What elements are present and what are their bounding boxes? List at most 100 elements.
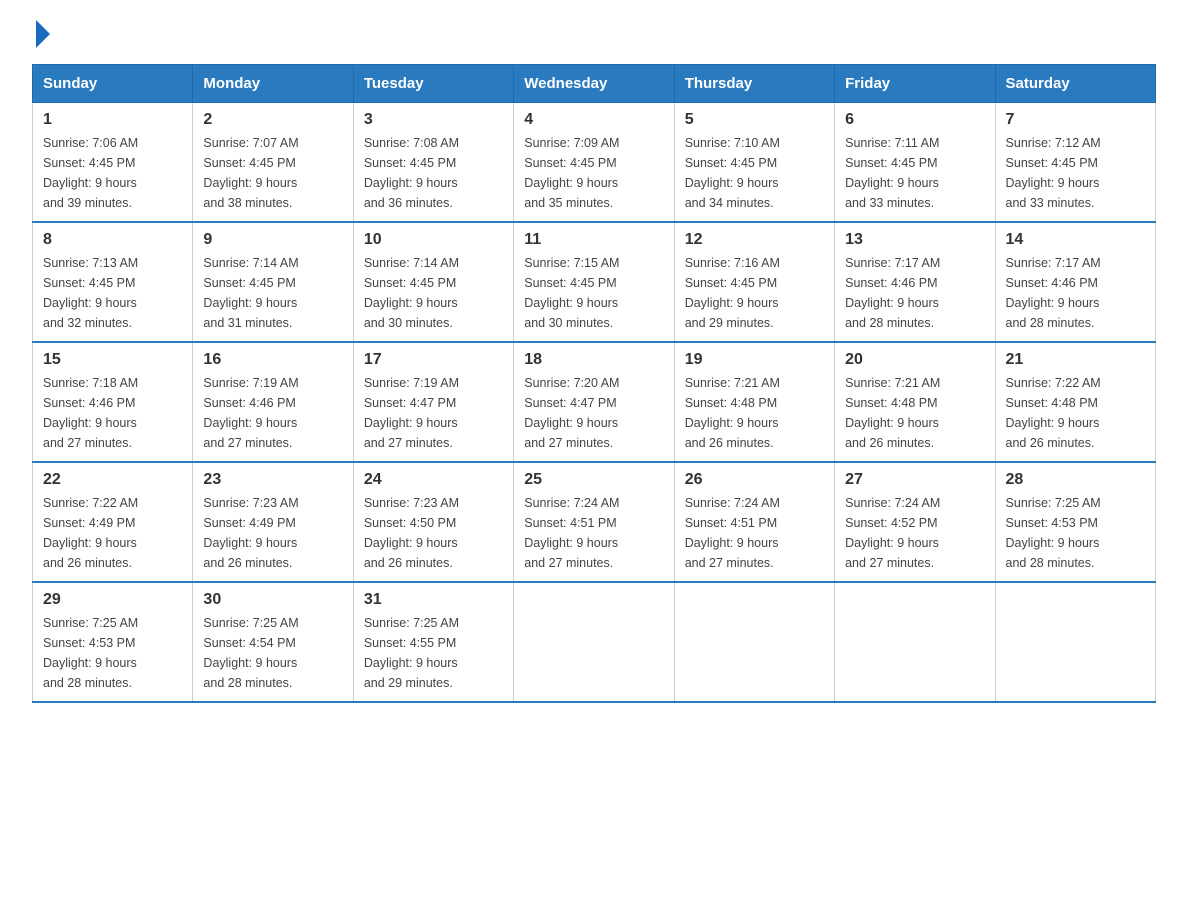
calendar-cell: 25 Sunrise: 7:24 AM Sunset: 4:51 PM Dayl… [514,462,674,582]
day-number: 23 [203,471,342,489]
calendar-cell: 5 Sunrise: 7:10 AM Sunset: 4:45 PM Dayli… [674,103,834,223]
day-info: Sunrise: 7:22 AM Sunset: 4:49 PM Dayligh… [43,493,182,573]
day-info: Sunrise: 7:25 AM Sunset: 4:53 PM Dayligh… [1006,493,1145,573]
day-info: Sunrise: 7:09 AM Sunset: 4:45 PM Dayligh… [524,133,663,213]
calendar-week-row: 8 Sunrise: 7:13 AM Sunset: 4:45 PM Dayli… [33,222,1156,342]
day-info: Sunrise: 7:18 AM Sunset: 4:46 PM Dayligh… [43,373,182,453]
calendar-week-row: 29 Sunrise: 7:25 AM Sunset: 4:53 PM Dayl… [33,582,1156,702]
day-number: 17 [364,351,503,369]
logo [32,24,50,44]
day-info: Sunrise: 7:22 AM Sunset: 4:48 PM Dayligh… [1006,373,1145,453]
calendar-cell: 15 Sunrise: 7:18 AM Sunset: 4:46 PM Dayl… [33,342,193,462]
day-info: Sunrise: 7:10 AM Sunset: 4:45 PM Dayligh… [685,133,824,213]
calendar-cell: 19 Sunrise: 7:21 AM Sunset: 4:48 PM Dayl… [674,342,834,462]
day-info: Sunrise: 7:17 AM Sunset: 4:46 PM Dayligh… [845,253,984,333]
calendar-header: SundayMondayTuesdayWednesdayThursdayFrid… [33,65,1156,103]
header [32,24,1156,44]
day-number: 22 [43,471,182,489]
day-number: 27 [845,471,984,489]
day-info: Sunrise: 7:20 AM Sunset: 4:47 PM Dayligh… [524,373,663,453]
calendar-cell: 28 Sunrise: 7:25 AM Sunset: 4:53 PM Dayl… [995,462,1155,582]
day-number: 2 [203,111,342,129]
calendar-cell: 26 Sunrise: 7:24 AM Sunset: 4:51 PM Dayl… [674,462,834,582]
day-info: Sunrise: 7:19 AM Sunset: 4:46 PM Dayligh… [203,373,342,453]
day-number: 28 [1006,471,1145,489]
day-info: Sunrise: 7:14 AM Sunset: 4:45 PM Dayligh… [203,253,342,333]
calendar-cell: 1 Sunrise: 7:06 AM Sunset: 4:45 PM Dayli… [33,103,193,223]
day-number: 30 [203,591,342,609]
calendar-cell: 3 Sunrise: 7:08 AM Sunset: 4:45 PM Dayli… [353,103,513,223]
calendar-cell: 13 Sunrise: 7:17 AM Sunset: 4:46 PM Dayl… [835,222,995,342]
day-info: Sunrise: 7:24 AM Sunset: 4:52 PM Dayligh… [845,493,984,573]
calendar-cell: 7 Sunrise: 7:12 AM Sunset: 4:45 PM Dayli… [995,103,1155,223]
header-cell-monday: Monday [193,65,353,103]
day-info: Sunrise: 7:13 AM Sunset: 4:45 PM Dayligh… [43,253,182,333]
day-number: 9 [203,231,342,249]
day-info: Sunrise: 7:08 AM Sunset: 4:45 PM Dayligh… [364,133,503,213]
calendar-cell [995,582,1155,702]
day-info: Sunrise: 7:07 AM Sunset: 4:45 PM Dayligh… [203,133,342,213]
header-cell-tuesday: Tuesday [353,65,513,103]
calendar-cell: 21 Sunrise: 7:22 AM Sunset: 4:48 PM Dayl… [995,342,1155,462]
calendar-cell: 14 Sunrise: 7:17 AM Sunset: 4:46 PM Dayl… [995,222,1155,342]
day-number: 6 [845,111,984,129]
day-number: 19 [685,351,824,369]
calendar-cell: 9 Sunrise: 7:14 AM Sunset: 4:45 PM Dayli… [193,222,353,342]
day-number: 16 [203,351,342,369]
calendar-cell [674,582,834,702]
logo-triangle-icon [36,20,50,48]
header-cell-wednesday: Wednesday [514,65,674,103]
calendar-cell: 23 Sunrise: 7:23 AM Sunset: 4:49 PM Dayl… [193,462,353,582]
header-cell-friday: Friday [835,65,995,103]
calendar-cell: 30 Sunrise: 7:25 AM Sunset: 4:54 PM Dayl… [193,582,353,702]
header-cell-saturday: Saturday [995,65,1155,103]
day-number: 26 [685,471,824,489]
day-info: Sunrise: 7:25 AM Sunset: 4:55 PM Dayligh… [364,613,503,693]
calendar-week-row: 1 Sunrise: 7:06 AM Sunset: 4:45 PM Dayli… [33,103,1156,223]
calendar-week-row: 15 Sunrise: 7:18 AM Sunset: 4:46 PM Dayl… [33,342,1156,462]
day-info: Sunrise: 7:24 AM Sunset: 4:51 PM Dayligh… [685,493,824,573]
calendar-cell: 31 Sunrise: 7:25 AM Sunset: 4:55 PM Dayl… [353,582,513,702]
day-number: 21 [1006,351,1145,369]
day-info: Sunrise: 7:11 AM Sunset: 4:45 PM Dayligh… [845,133,984,213]
day-info: Sunrise: 7:15 AM Sunset: 4:45 PM Dayligh… [524,253,663,333]
day-number: 5 [685,111,824,129]
calendar-cell: 6 Sunrise: 7:11 AM Sunset: 4:45 PM Dayli… [835,103,995,223]
day-info: Sunrise: 7:19 AM Sunset: 4:47 PM Dayligh… [364,373,503,453]
day-info: Sunrise: 7:14 AM Sunset: 4:45 PM Dayligh… [364,253,503,333]
day-info: Sunrise: 7:06 AM Sunset: 4:45 PM Dayligh… [43,133,182,213]
day-number: 15 [43,351,182,369]
calendar-cell: 24 Sunrise: 7:23 AM Sunset: 4:50 PM Dayl… [353,462,513,582]
calendar-week-row: 22 Sunrise: 7:22 AM Sunset: 4:49 PM Dayl… [33,462,1156,582]
day-info: Sunrise: 7:25 AM Sunset: 4:54 PM Dayligh… [203,613,342,693]
day-number: 31 [364,591,503,609]
day-number: 20 [845,351,984,369]
header-cell-sunday: Sunday [33,65,193,103]
day-number: 29 [43,591,182,609]
day-number: 12 [685,231,824,249]
day-info: Sunrise: 7:21 AM Sunset: 4:48 PM Dayligh… [845,373,984,453]
calendar-cell: 22 Sunrise: 7:22 AM Sunset: 4:49 PM Dayl… [33,462,193,582]
header-cell-thursday: Thursday [674,65,834,103]
day-info: Sunrise: 7:25 AM Sunset: 4:53 PM Dayligh… [43,613,182,693]
header-row: SundayMondayTuesdayWednesdayThursdayFrid… [33,65,1156,103]
day-info: Sunrise: 7:21 AM Sunset: 4:48 PM Dayligh… [685,373,824,453]
calendar-cell: 8 Sunrise: 7:13 AM Sunset: 4:45 PM Dayli… [33,222,193,342]
calendar-cell: 29 Sunrise: 7:25 AM Sunset: 4:53 PM Dayl… [33,582,193,702]
day-info: Sunrise: 7:24 AM Sunset: 4:51 PM Dayligh… [524,493,663,573]
calendar-cell: 18 Sunrise: 7:20 AM Sunset: 4:47 PM Dayl… [514,342,674,462]
day-number: 14 [1006,231,1145,249]
calendar-cell: 27 Sunrise: 7:24 AM Sunset: 4:52 PM Dayl… [835,462,995,582]
day-info: Sunrise: 7:12 AM Sunset: 4:45 PM Dayligh… [1006,133,1145,213]
day-number: 8 [43,231,182,249]
day-info: Sunrise: 7:17 AM Sunset: 4:46 PM Dayligh… [1006,253,1145,333]
day-info: Sunrise: 7:16 AM Sunset: 4:45 PM Dayligh… [685,253,824,333]
calendar-cell: 11 Sunrise: 7:15 AM Sunset: 4:45 PM Dayl… [514,222,674,342]
calendar-cell [514,582,674,702]
day-number: 11 [524,231,663,249]
day-number: 18 [524,351,663,369]
day-number: 10 [364,231,503,249]
day-number: 7 [1006,111,1145,129]
day-info: Sunrise: 7:23 AM Sunset: 4:49 PM Dayligh… [203,493,342,573]
day-number: 1 [43,111,182,129]
